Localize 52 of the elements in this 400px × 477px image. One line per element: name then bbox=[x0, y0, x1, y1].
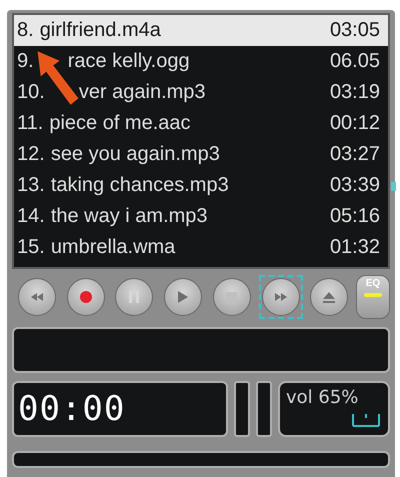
rewind-icon bbox=[31, 293, 43, 301]
track-duration: 06.05 bbox=[330, 50, 380, 73]
playlist-row[interactable]: 15. umbrella.wma 01:32 bbox=[14, 232, 388, 263]
volume-label: vol 65% bbox=[286, 387, 358, 408]
track-title: the way i am.mp3 bbox=[50, 205, 209, 228]
track-duration: 00:12 bbox=[330, 112, 380, 135]
track-duration: 01:32 bbox=[330, 236, 380, 259]
indicator-light bbox=[364, 293, 382, 297]
track-number: 14. bbox=[17, 205, 45, 228]
track-title: ver again.mp3 bbox=[78, 81, 207, 104]
track-duration: 05:16 bbox=[330, 205, 380, 228]
eject-button[interactable] bbox=[310, 278, 348, 316]
pause-button[interactable] bbox=[115, 278, 154, 316]
track-number: 12. bbox=[17, 143, 45, 166]
volume-meter-icon bbox=[352, 413, 380, 427]
level-meter bbox=[256, 381, 272, 437]
track-duration: 03:05 bbox=[330, 19, 380, 42]
track-title: piece of me.aac bbox=[49, 112, 192, 135]
level-meter bbox=[234, 381, 250, 437]
track-title: girlfriend.m4a bbox=[40, 19, 162, 42]
playlist-row[interactable]: 9. race kelly.ogg 06.05 bbox=[14, 46, 388, 77]
track-duration: 03:39 bbox=[330, 174, 380, 197]
play-icon bbox=[178, 291, 188, 303]
playlist-row[interactable]: 10. ver again.mp3 03:19 bbox=[14, 77, 388, 108]
track-number: 15. bbox=[17, 236, 45, 259]
track-number: 8. bbox=[17, 19, 34, 42]
playlist-row[interactable]: 14. the way i am.mp3 05:16 bbox=[14, 201, 388, 232]
playlist-row[interactable]: 12. see you again.mp3 03:27 bbox=[14, 139, 388, 170]
scroll-thumb[interactable] bbox=[391, 182, 396, 191]
track-number: 10. bbox=[17, 81, 45, 104]
playlist-row[interactable]: 13. taking chances.mp3 03:39 bbox=[14, 170, 388, 201]
track-title: taking chances.mp3 bbox=[50, 174, 230, 197]
eject-icon bbox=[323, 292, 336, 302]
play-button[interactable] bbox=[164, 278, 202, 316]
elapsed-time: 00:00 bbox=[18, 389, 126, 429]
track-title: see you again.mp3 bbox=[50, 143, 221, 166]
fast-forward-icon bbox=[274, 293, 287, 301]
pause-icon bbox=[129, 291, 140, 303]
playlist-row[interactable]: 11. piece of me.aac 00:12 bbox=[14, 108, 388, 139]
rewind-button[interactable] bbox=[18, 278, 56, 316]
track-title: race kelly.ogg bbox=[68, 50, 191, 73]
stop-button[interactable] bbox=[212, 278, 251, 316]
stop-icon bbox=[226, 292, 238, 302]
track-number: 11. bbox=[17, 112, 44, 135]
track-number: 13. bbox=[17, 174, 45, 197]
record-icon bbox=[80, 291, 92, 303]
track-duration: 03:27 bbox=[330, 143, 380, 166]
playlist-row[interactable]: 8. girlfriend.m4a 03:05 bbox=[14, 15, 388, 46]
track-duration: 03:19 bbox=[330, 81, 380, 104]
track-title: umbrella.wma bbox=[50, 236, 176, 259]
track-number: 9. bbox=[17, 50, 34, 73]
record-button[interactable] bbox=[66, 278, 105, 316]
